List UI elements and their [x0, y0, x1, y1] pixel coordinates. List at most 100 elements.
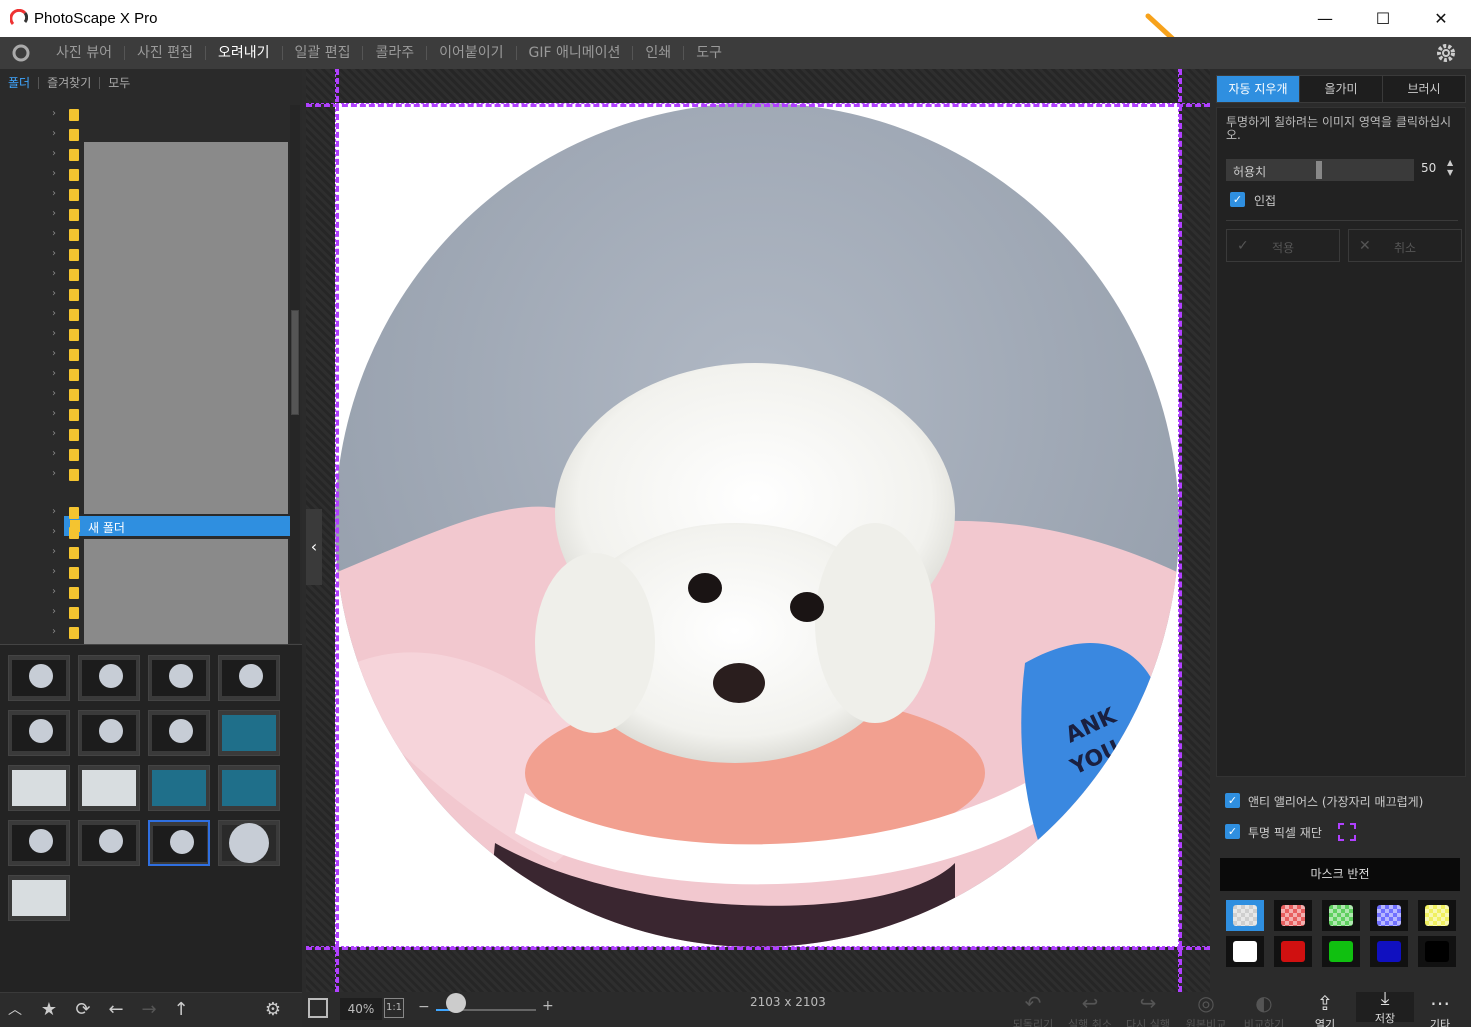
undo-button[interactable]: ↩ 실행 취소 [1064, 990, 1116, 1027]
tab-lasso[interactable]: 올가미 [1300, 76, 1383, 102]
tree-row[interactable]: › [50, 125, 290, 145]
tree-row[interactable]: › [50, 325, 290, 345]
expand-chevron-icon[interactable]: › [52, 188, 56, 199]
menu-photo-viewer[interactable]: 사진 뷰어 [44, 46, 125, 60]
mask-invert-button[interactable]: 마스크 반전 [1220, 858, 1460, 891]
thumbnail[interactable] [8, 655, 70, 701]
tree-row[interactable]: › [50, 105, 290, 125]
thumbnail[interactable] [148, 710, 210, 756]
expand-chevron-icon[interactable]: › [52, 388, 56, 399]
expand-chevron-icon[interactable]: › [52, 368, 56, 379]
apply-button[interactable]: ✓ 적용 [1226, 229, 1340, 262]
tree-row[interactable]: › [50, 543, 290, 563]
thumbnail[interactable] [218, 710, 280, 756]
browser-settings-gear-icon[interactable]: ⚙ [262, 999, 284, 1021]
undo-all-button[interactable]: ↶ 되돌리기 [1007, 990, 1059, 1027]
expand-chevron-icon[interactable]: › [52, 208, 56, 219]
canvas-area[interactable]: ANK YOU ‹ [306, 69, 1210, 992]
color-swatch[interactable] [1322, 936, 1360, 967]
tree-row[interactable]: › [50, 385, 290, 405]
tree-row[interactable]: › [50, 305, 290, 325]
expand-chevron-icon[interactable]: › [52, 606, 56, 617]
tree-row[interactable]: › [50, 345, 290, 365]
up-arrow-icon[interactable]: ↑ [170, 999, 192, 1021]
color-swatch[interactable] [1370, 900, 1408, 931]
tab-favorites[interactable]: 즐겨찾기 [47, 77, 101, 89]
tab-folder[interactable]: 폴더 [8, 77, 40, 89]
color-swatch[interactable] [1274, 900, 1312, 931]
expand-chevron-icon[interactable]: › [52, 586, 56, 597]
tree-row[interactable]: › [50, 245, 290, 265]
thumbnail[interactable] [78, 820, 140, 866]
thumbnail[interactable] [78, 655, 140, 701]
tree-row[interactable]: › [50, 503, 290, 523]
tree-row[interactable]: › [50, 465, 290, 485]
thumbnail[interactable] [218, 765, 280, 811]
menu-combine[interactable]: 이어붙이기 [427, 46, 517, 60]
tree-row[interactable]: › [50, 165, 290, 185]
expand-chevron-icon[interactable]: › [52, 288, 56, 299]
menu-cut-out[interactable]: 오려내기 [206, 46, 283, 60]
tree-row[interactable]: › [50, 265, 290, 285]
tree-row[interactable]: › [50, 185, 290, 205]
color-swatch[interactable] [1274, 936, 1312, 967]
dog-photo-circle[interactable]: ANK YOU [335, 103, 1179, 947]
expand-chevron-icon[interactable]: › [52, 468, 56, 479]
tree-row[interactable]: › [50, 205, 290, 225]
tab-brush[interactable]: 브러시 [1383, 76, 1465, 102]
zoom-percent[interactable]: 40% [340, 998, 382, 1020]
tree-row[interactable]: › [50, 285, 290, 305]
tree-row[interactable]: › [50, 145, 290, 165]
back-arrow-icon[interactable]: ← [105, 999, 127, 1021]
expand-chevron-icon[interactable]: › [52, 168, 56, 179]
thumbnail[interactable] [8, 765, 70, 811]
thumbnail[interactable] [78, 765, 140, 811]
expand-chevron-icon[interactable]: › [52, 408, 56, 419]
expand-chevron-icon[interactable]: › [52, 566, 56, 577]
tree-row[interactable]: › [50, 425, 290, 445]
original-button[interactable]: ◎ 원본비교 [1180, 990, 1232, 1027]
settings-gear-icon[interactable] [1435, 42, 1457, 64]
collapse-up-icon[interactable]: ︿ [4, 999, 26, 1021]
color-swatch[interactable] [1226, 936, 1264, 967]
thumbnail[interactable] [8, 820, 70, 866]
fit-window-icon[interactable] [308, 998, 328, 1018]
tolerance-slider-knob[interactable] [1316, 161, 1322, 179]
refresh-icon[interactable]: ⟳ [72, 999, 94, 1021]
cancel-button[interactable]: ✕ 취소 [1348, 229, 1462, 262]
color-swatch[interactable] [1418, 936, 1456, 967]
expand-chevron-icon[interactable]: › [52, 546, 56, 557]
more-button[interactable]: ⋯ 기타 [1414, 990, 1466, 1027]
tree-row[interactable]: › [50, 603, 290, 623]
menu-batch[interactable]: 일괄 편집 [283, 46, 364, 60]
tab-auto-eraser[interactable]: 자동 지우개 [1217, 76, 1300, 102]
thumbnail[interactable] [218, 820, 280, 866]
expand-chevron-icon[interactable]: › [52, 308, 56, 319]
tree-row[interactable]: › [50, 225, 290, 245]
forward-arrow-icon[interactable]: → [138, 999, 160, 1021]
redo-button[interactable]: ↪ 다시 실행 [1122, 990, 1174, 1027]
thumbnail[interactable] [218, 655, 280, 701]
close-button[interactable]: ✕ [1412, 0, 1470, 37]
color-swatch[interactable] [1226, 900, 1264, 931]
tree-row[interactable]: › [50, 445, 290, 465]
tree-scrollbar[interactable] [290, 105, 300, 643]
thumbnail[interactable] [148, 655, 210, 701]
contiguous-checkbox[interactable]: ✓ [1230, 192, 1245, 207]
expand-chevron-icon[interactable]: › [52, 506, 56, 517]
thumbnail[interactable] [148, 820, 210, 866]
expand-chevron-icon[interactable]: › [52, 268, 56, 279]
home-icon[interactable] [10, 43, 32, 63]
thumbnail[interactable] [8, 710, 70, 756]
expand-chevron-icon[interactable]: › [52, 248, 56, 259]
color-swatch[interactable] [1322, 900, 1360, 931]
crop-transparent-checkbox[interactable]: ✓ [1225, 824, 1240, 839]
menu-photo-editor[interactable]: 사진 편집 [125, 46, 206, 60]
antialias-checkbox[interactable]: ✓ [1225, 793, 1240, 808]
collapse-left-panel-chevron-icon[interactable]: ‹ [306, 509, 322, 585]
menu-gif[interactable]: GIF 애니메이션 [517, 46, 634, 60]
tree-row[interactable]: › [50, 523, 290, 543]
expand-chevron-icon[interactable]: › [52, 328, 56, 339]
tab-all[interactable]: 모두 [108, 77, 138, 89]
menu-tools[interactable]: 도구 [684, 46, 734, 60]
